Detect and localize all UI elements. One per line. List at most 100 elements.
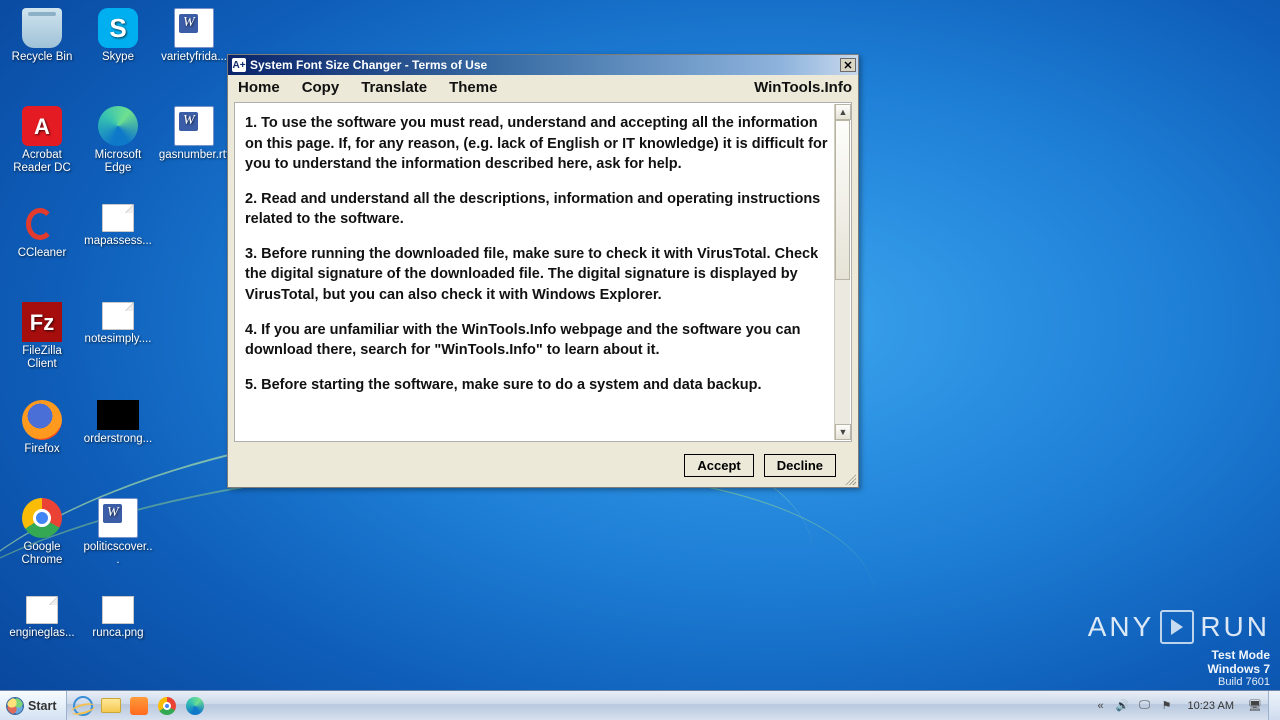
explorer-icon[interactable] xyxy=(101,696,121,716)
edge-icon[interactable] xyxy=(185,696,205,716)
scrollbar[interactable]: ▲ ▼ xyxy=(834,104,850,440)
tray-monitor-icon[interactable]: 🖥 xyxy=(1248,699,1262,713)
desktop-icon-label: engineglas... xyxy=(9,627,74,640)
desktop-icon-label: orderstrong... xyxy=(84,433,152,446)
resize-grip[interactable] xyxy=(844,473,856,485)
menu-brand-link[interactable]: WinTools.Info xyxy=(754,79,852,96)
g-blank-icon xyxy=(102,204,134,232)
g-recycle-icon xyxy=(22,8,62,48)
desktop-icon[interactable]: notesimply.... xyxy=(80,298,156,372)
desktop-icon-label: Skype xyxy=(102,51,134,64)
menubar: Home Copy Translate Theme WinTools.Info xyxy=(228,75,858,102)
desktop-icon-label: Google Chrome xyxy=(6,541,78,567)
desktop-icon[interactable]: politicscover... xyxy=(80,494,156,568)
start-button[interactable]: Start xyxy=(0,691,67,720)
g-ccleaner-icon xyxy=(22,204,62,244)
brand-text: RUN xyxy=(1200,611,1270,643)
g-png-icon xyxy=(102,596,134,624)
terms-paragraph: 3. Before running the downloaded file, m… xyxy=(245,244,835,306)
terms-dialog: A+ System Font Size Changer - Terms of U… xyxy=(227,54,859,488)
g-firefox-icon xyxy=(22,400,62,440)
terms-text: 1. To use the software you must read, un… xyxy=(234,102,852,442)
desktop-icon[interactable]: orderstrong... xyxy=(80,396,156,470)
desktop-icon-label: Recycle Bin xyxy=(12,51,73,64)
close-button[interactable]: ✕ xyxy=(840,58,856,72)
terms-paragraph: 1. To use the software you must read, un… xyxy=(245,113,835,175)
desktop-icon[interactable]: A Acrobat Reader DC xyxy=(4,102,80,176)
menu-copy[interactable]: Copy xyxy=(302,79,340,96)
terms-paragraph: 2. Read and understand all the descripti… xyxy=(245,189,835,230)
menu-translate[interactable]: Translate xyxy=(361,79,427,96)
play-icon xyxy=(1160,610,1194,644)
desktop-icon[interactable]: CCleaner xyxy=(4,200,80,274)
desktop-icon[interactable]: Firefox xyxy=(4,396,80,470)
watermark-line: Test Mode xyxy=(1088,648,1270,662)
watermark: ANY RUN Test Mode Windows 7 Build 7601 xyxy=(1088,610,1270,688)
menu-theme[interactable]: Theme xyxy=(449,79,497,96)
dialog-buttons: Accept Decline xyxy=(228,448,858,487)
desktop-icon[interactable]: varietyfrida... xyxy=(156,4,232,78)
desktop-icon[interactable]: engineglas... xyxy=(4,592,80,666)
desktop-icon[interactable]: Google Chrome xyxy=(4,494,80,568)
desktop-icon-label: varietyfrida... xyxy=(161,51,227,64)
g-edge-icon xyxy=(98,106,138,146)
desktop-icon-label: Firefox xyxy=(24,443,59,456)
system-tray: « 🔊 🖵 ⚑ 10:23 AM 🖥 xyxy=(1088,691,1268,720)
taskbar: Start « 🔊 🖵 ⚑ 10:23 AM 🖥 xyxy=(0,690,1280,720)
desktop-icon-label: runca.png xyxy=(92,627,143,640)
windows-logo-icon xyxy=(6,697,24,715)
show-desktop-button[interactable] xyxy=(1268,691,1280,720)
desktop-icon-label: CCleaner xyxy=(18,247,67,260)
terms-paragraph: 4. If you are unfamiliar with the WinToo… xyxy=(245,320,835,361)
desktop-icon-label: FileZilla Client xyxy=(6,345,78,371)
desktop-icon-label: notesimply.... xyxy=(85,333,152,346)
brand-text: ANY xyxy=(1088,611,1155,643)
watermark-line: Build 7601 xyxy=(1088,676,1270,688)
g-word-icon xyxy=(174,106,214,146)
scroll-up-button[interactable]: ▲ xyxy=(835,104,851,120)
titlebar[interactable]: A+ System Font Size Changer - Terms of U… xyxy=(228,55,858,75)
desktop-icon[interactable]: Recycle Bin xyxy=(4,4,80,78)
g-skype-icon: S xyxy=(98,8,138,48)
desktop-icon[interactable]: runca.png xyxy=(80,592,156,666)
g-word-icon xyxy=(174,8,214,48)
desktop-icon-label: Acrobat Reader DC xyxy=(6,149,78,175)
g-blank-icon xyxy=(102,302,134,330)
menu-home[interactable]: Home xyxy=(238,79,280,96)
ie-icon[interactable] xyxy=(73,696,93,716)
g-filezilla-icon: Fz xyxy=(22,302,62,342)
desktop-icon[interactable]: mapassess... xyxy=(80,200,156,274)
media-player-icon[interactable] xyxy=(129,696,149,716)
network-icon[interactable]: 🖵 xyxy=(1138,699,1152,713)
clock[interactable]: 10:23 AM xyxy=(1182,700,1240,712)
scroll-down-button[interactable]: ▼ xyxy=(835,424,851,440)
desktop-icon-label: politicscover... xyxy=(82,541,154,567)
g-word-icon xyxy=(98,498,138,538)
desktop-icon[interactable]: S Skype xyxy=(80,4,156,78)
g-acrobat-icon: A xyxy=(22,106,62,146)
taskbar-pinned xyxy=(67,691,211,720)
desktop-icon[interactable]: Microsoft Edge xyxy=(80,102,156,176)
start-label: Start xyxy=(28,699,56,713)
desktop-icon-label: gasnumber.rtf xyxy=(159,149,229,162)
desktop-icon[interactable]: Fz FileZilla Client xyxy=(4,298,80,372)
terms-paragraph: 5. Before starting the software, make su… xyxy=(245,375,835,396)
action-center-icon[interactable]: ⚑ xyxy=(1160,699,1174,713)
desktop-icon-label: Microsoft Edge xyxy=(82,149,154,175)
window-title: System Font Size Changer - Terms of Use xyxy=(250,58,840,72)
desktop-icon[interactable]: gasnumber.rtf xyxy=(156,102,232,176)
g-chrome-icon xyxy=(22,498,62,538)
g-black-icon xyxy=(97,400,139,430)
desktop-icon-label: mapassess... xyxy=(84,235,152,248)
decline-button[interactable]: Decline xyxy=(764,454,836,477)
accept-button[interactable]: Accept xyxy=(684,454,753,477)
desktop[interactable]: Recycle Bin S Skype varietyfrida... A Acrobat… xyxy=(0,0,1280,720)
app-icon: A+ xyxy=(232,58,246,72)
tray-expand-icon[interactable]: « xyxy=(1094,699,1108,713)
watermark-line: Windows 7 xyxy=(1088,662,1270,676)
volume-icon[interactable]: 🔊 xyxy=(1116,699,1130,713)
g-blank-icon xyxy=(26,596,58,624)
chrome-icon[interactable] xyxy=(157,696,177,716)
scroll-thumb[interactable] xyxy=(835,120,850,280)
scroll-track[interactable] xyxy=(835,120,850,424)
